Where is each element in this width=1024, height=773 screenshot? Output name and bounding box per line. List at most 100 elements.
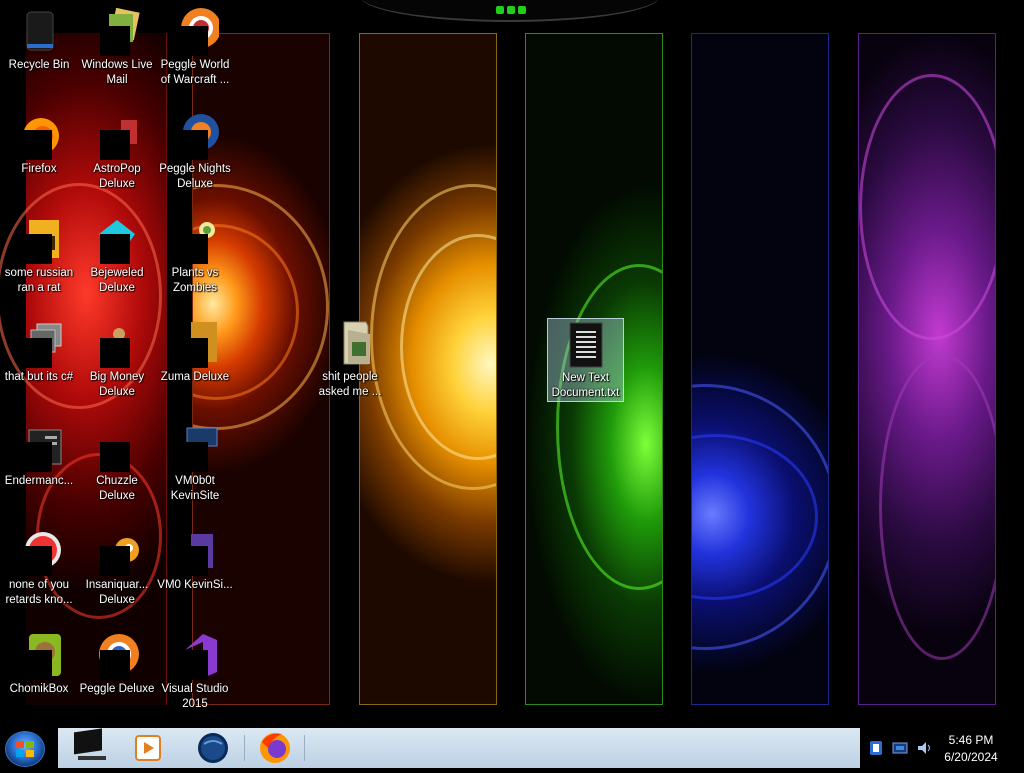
program-icon [171,424,219,472]
redaction-box [22,442,52,472]
hamster-icon [15,632,63,680]
tray-app-icon[interactable] [868,740,884,756]
desktop-icon-label: New Text Document.txt [551,372,620,399]
desktop-icon-bejeweled-deluxe[interactable]: Bejeweled Deluxe [78,216,156,296]
desktop-icon-label: Recycle Bin [8,59,70,71]
gem-icon [93,216,141,264]
desktop-icon-big-money-deluxe[interactable]: Big Money Deluxe [78,320,156,400]
desktop-icon-label: Insaniquar... Deluxe [85,579,149,606]
desktop-icon-astropop-deluxe[interactable]: AstroPop Deluxe [78,112,156,192]
start-button[interactable] [5,731,45,767]
taskbar-pinned-window-switcher[interactable] [62,728,116,768]
chrome-like-icon [15,528,63,576]
desktop-icon-endermanch[interactable]: Endermanc... [0,424,78,489]
redaction-box [178,234,208,264]
globe-app-icon [198,733,228,763]
desktop-icon-label: some russian ran a rat [4,267,74,294]
taskbar-separator [304,735,305,761]
desktop-icon-label: VM0b0t KevinSite [170,475,220,502]
desktop-icon-label: Peggle Deluxe [79,683,155,695]
redaction-box [100,546,130,576]
redaction-box [178,130,208,160]
window-stack-icon [15,320,63,368]
visual-studio-icon [171,632,219,680]
desktop-icon-vm0-kevinsite[interactable]: VM0 KevinSi... [156,528,234,593]
game-icon [93,112,141,160]
redaction-box [22,650,52,680]
desktop-icon-label: Windows Live Mail [81,59,153,86]
desktop-icon-shit-people-asked-me[interactable]: shit people asked me ... [311,320,389,400]
desktop-icon-label: Chuzzle Deluxe [96,475,138,502]
desktop-icon-that-but-its-csharp[interactable]: that but its c# [0,320,78,385]
redaction-box [100,130,130,160]
taskbar-separator [244,735,245,761]
desktop-icon-label: Visual Studio 2015 [161,683,229,710]
desktop-icon-plants-vs-zombies[interactable]: Plants vs Zombies [156,216,234,296]
redaction-box [22,130,52,160]
desktop-icon-label: Peggle World of Warcraft ... [160,59,230,86]
desktop-icon-recycle-bin[interactable]: Recycle Bin [0,8,78,73]
desktop-icon-label: Zuma Deluxe [160,371,230,383]
redaction-box [100,650,130,680]
desktop[interactable]: Recycle Bin Firefox some russian ran a r… [0,0,1024,728]
redaction-box [100,26,130,56]
desktop-icon-label: Plants vs Zombies [171,267,219,294]
desktop-icon-label: ChomikBox [9,683,69,695]
desktop-icon-insaniquarium-deluxe[interactable]: Insaniquar... Deluxe [78,528,156,608]
windows-logo-icon [16,741,34,757]
fish-icon [93,528,141,576]
peggle-icon [93,632,141,680]
desktop-icon-chuzzle-deluxe[interactable]: Chuzzle Deluxe [78,424,156,504]
game-icon [93,424,141,472]
desktop-icon-peggle-deluxe[interactable]: Peggle Deluxe [78,632,156,697]
desktop-icon-windows-live-mail[interactable]: Windows Live Mail [78,7,156,88]
taskbar-pinned-firefox[interactable] [248,728,302,768]
flower-icon [171,216,219,264]
window-switcher-icon [74,728,106,760]
clock-time[interactable]: 5:46 PM [928,733,1014,747]
recycle-bin-icon [15,8,63,56]
desktop-icon-label: VM0 KevinSi... [157,579,233,591]
redaction-box [178,442,208,472]
program-icon [171,528,219,576]
taskbar-pinned-globe-app[interactable] [186,728,240,768]
desktop-icon-label: Endermanc... [4,475,74,487]
peggle-icon [171,8,221,56]
desktop-icon-some-russian-ran-a-rat[interactable]: some russian ran a rat [0,216,78,296]
taskbar-pinned-media-player[interactable] [120,728,174,768]
desktop-icon-label: AstroPop Deluxe [93,163,141,190]
redaction-box [100,234,130,264]
desktop-icon-label: Firefox [21,163,57,175]
desktop-icon-none-of-you[interactable]: none of you retards kno... [0,528,78,608]
desktop-icon-label: none of you retards kno... [5,579,73,606]
desktop-icon-peggle-world-of-warcraft[interactable]: Peggle World of Warcraft ... [156,8,234,88]
redaction-box [178,26,208,56]
desktop-icon-new-text-document[interactable]: New Text Document.txt [547,318,624,402]
frog-idol-icon [171,320,219,368]
redaction-box [22,546,52,576]
wallpaper-panel-blue [691,33,829,705]
folder-icon [326,320,374,368]
media-player-icon [135,735,161,761]
redaction-box [22,338,52,368]
redaction-box [178,650,208,680]
redaction-box [100,442,130,472]
desktop-icon-label: Peggle Nights Deluxe [159,163,231,190]
desktop-icon-label: Big Money Deluxe [89,371,145,398]
text-document-icon [562,321,610,369]
desktop-icon-chomikbox[interactable]: ChomikBox [0,632,78,697]
wallpaper-green-indicator [496,6,526,14]
desktop-icon-label: Bejeweled Deluxe [90,267,144,294]
desktop-icon-visual-studio-2015[interactable]: Visual Studio 2015 [156,632,234,712]
redaction-box [178,338,208,368]
redaction-box [178,546,208,576]
network-icon[interactable] [892,740,908,756]
redaction-box [100,338,130,368]
redaction-box [22,234,52,264]
desktop-icon-firefox[interactable]: Firefox [0,112,78,177]
clock-date[interactable]: 6/20/2024 [928,750,1014,764]
desktop-icon-peggle-nights-deluxe[interactable]: Peggle Nights Deluxe [156,112,234,192]
desktop-icon-label: that but its c# [4,371,74,383]
desktop-icon-zuma-deluxe[interactable]: Zuma Deluxe [156,320,234,385]
desktop-icon-vm0b0t-kevinsite[interactable]: VM0b0t KevinSite [156,424,234,504]
